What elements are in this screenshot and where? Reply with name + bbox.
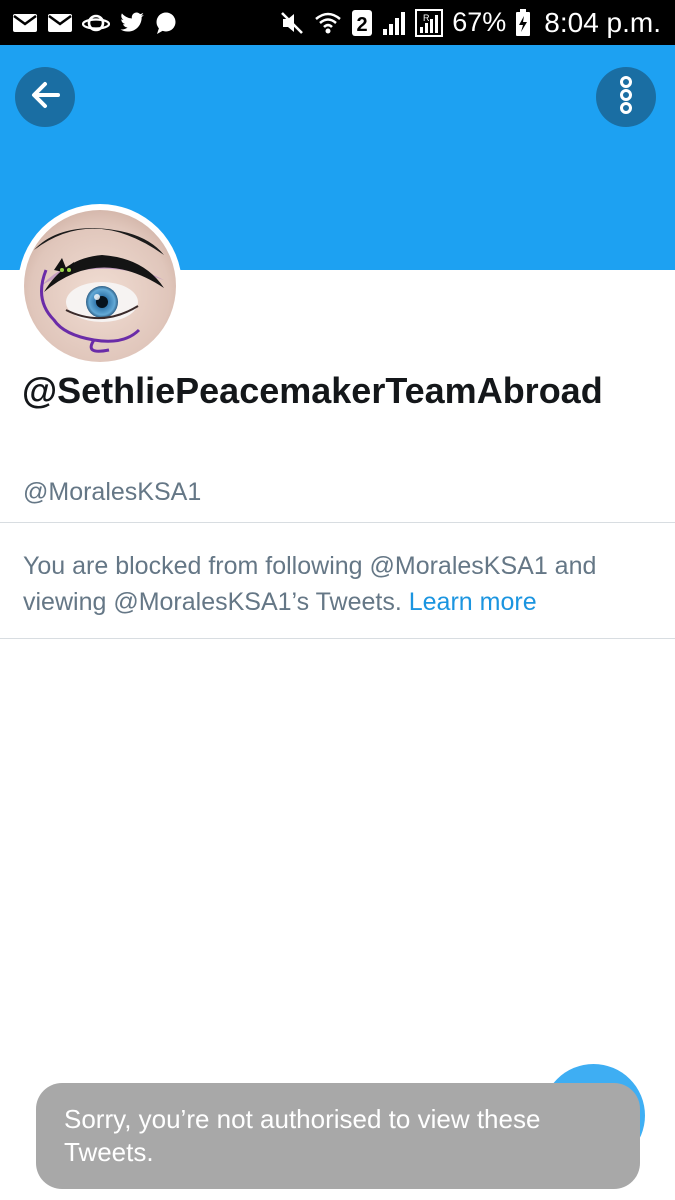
bird-icon	[119, 11, 145, 34]
wifi-icon	[314, 10, 342, 36]
avatar-image	[24, 210, 176, 362]
more-vertical-icon	[618, 75, 634, 120]
divider	[0, 638, 675, 639]
battery-percent: 67%	[452, 7, 507, 37]
clock: 8:04 p.m.	[544, 6, 661, 38]
profile-screen: 2 R 67% 8:04 p.m. @SethliePeacemakerTeam…	[0, 0, 675, 1200]
sim-label: 2	[357, 14, 368, 36]
back-button[interactable]	[15, 67, 75, 127]
divider	[0, 522, 675, 523]
blocked-notice: You are blocked from following @MoralesK…	[23, 548, 653, 620]
status-bar: 2 R 67% 8:04 p.m.	[0, 0, 675, 45]
mail-icon	[12, 12, 38, 34]
arrow-left-icon	[29, 81, 61, 114]
status-bar-left	[12, 11, 178, 35]
planet-icon	[82, 11, 110, 35]
display-name: @SethliePeacemakerTeamAbroad	[22, 370, 603, 411]
learn-more-link[interactable]: Learn more	[409, 588, 537, 616]
mail-icon	[47, 12, 73, 34]
more-options-button[interactable]	[596, 67, 656, 127]
error-toast: Sorry, you’re not authorised to view the…	[36, 1083, 640, 1189]
signal-icon	[382, 10, 406, 36]
avatar[interactable]	[18, 204, 182, 368]
mute-icon	[279, 10, 305, 36]
sim-icon: 2	[351, 9, 373, 37]
roaming-signal-icon: R	[415, 8, 444, 37]
toast-message: Sorry, you’re not authorised to view the…	[64, 1104, 541, 1167]
svg-text:R: R	[423, 13, 430, 23]
user-handle: @MoralesKSA1	[23, 478, 202, 506]
chat-bubble-icon	[154, 11, 178, 35]
status-bar-right: 2 R 67% 8:04 p.m.	[279, 7, 661, 39]
battery-charging-icon	[515, 8, 531, 37]
